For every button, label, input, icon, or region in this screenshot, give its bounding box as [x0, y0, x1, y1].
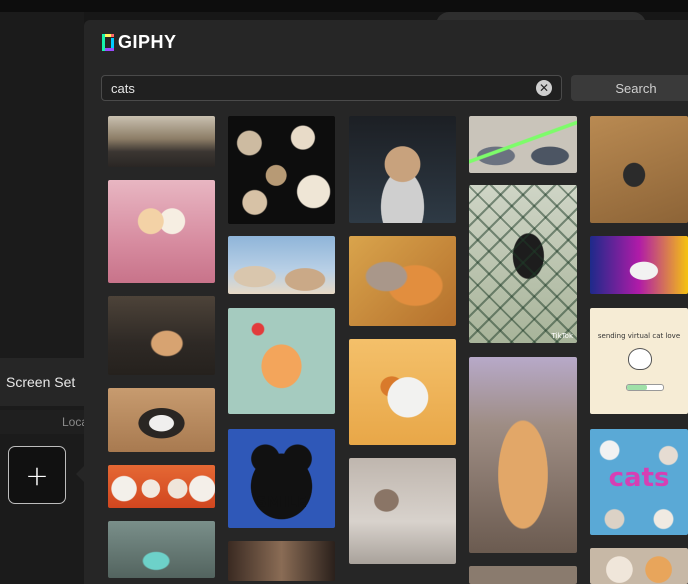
- smile-text: SMILE: [255, 493, 308, 511]
- gif-tile-dark-cat[interactable]: [228, 541, 335, 581]
- gif-tile-cat-vinyl[interactable]: [108, 116, 215, 167]
- clear-search-icon[interactable]: ✕: [536, 80, 552, 96]
- gif-tile-cats-pink-hoodie[interactable]: [108, 180, 215, 283]
- gif-tile-cat-vacuum[interactable]: [590, 116, 688, 223]
- virtual-love-caption: sending virtual cat love: [597, 332, 681, 340]
- gif-tile-cat-blanket[interactable]: [108, 388, 215, 452]
- gif-tile-smile-cat[interactable]: SMILE: [228, 429, 335, 528]
- giphy-panel: GIPHY ✕ Search SMILE TikTok sending virt…: [84, 20, 688, 584]
- search-input[interactable]: [101, 75, 562, 101]
- gif-tile-cats-text[interactable]: cats: [590, 429, 688, 535]
- giphy-logo: GIPHY: [102, 32, 177, 53]
- gif-tile-orange-cat-laptop[interactable]: [469, 357, 577, 553]
- gif-tile-cats-lightsaber[interactable]: [469, 116, 577, 173]
- gif-tile-cat-bottom[interactable]: [469, 566, 577, 584]
- giphy-logo-text: GIPHY: [118, 32, 177, 52]
- gif-tile-calico-cat[interactable]: [349, 339, 456, 445]
- giphy-logo-icon: [102, 34, 114, 51]
- tiktok-watermark: TikTok: [551, 332, 573, 340]
- gif-tile-orange-cat-painting[interactable]: [349, 236, 456, 326]
- gif-tile-orange-cat-drawing[interactable]: [228, 308, 335, 414]
- gif-tile-cat-climbing-net[interactable]: TikTok: [469, 185, 577, 343]
- gif-tile-cat-room[interactable]: [108, 521, 215, 578]
- gif-tile-cat-disco[interactable]: [590, 236, 688, 294]
- top-bar: [0, 0, 688, 12]
- add-button[interactable]: +: [8, 446, 66, 504]
- gif-tile-cats-couch[interactable]: [108, 296, 215, 375]
- gif-tile-cats-bottom[interactable]: [590, 548, 688, 584]
- search-button[interactable]: Search: [571, 75, 688, 101]
- gif-tile-cats-sunglasses[interactable]: [228, 236, 335, 294]
- cat-doodle-icon: [628, 348, 652, 370]
- gif-tile-cat-heads-collage[interactable]: [228, 116, 335, 224]
- gif-tile-cat-bathtub[interactable]: [349, 458, 456, 564]
- gif-tile-cat-motorcycle[interactable]: [349, 116, 456, 223]
- gif-tile-virtual-cat-love[interactable]: sending virtual cat love: [590, 308, 688, 414]
- gif-tile-kittens-row[interactable]: [108, 465, 215, 508]
- progress-bar: [626, 384, 664, 391]
- cats-text: cats: [608, 463, 670, 493]
